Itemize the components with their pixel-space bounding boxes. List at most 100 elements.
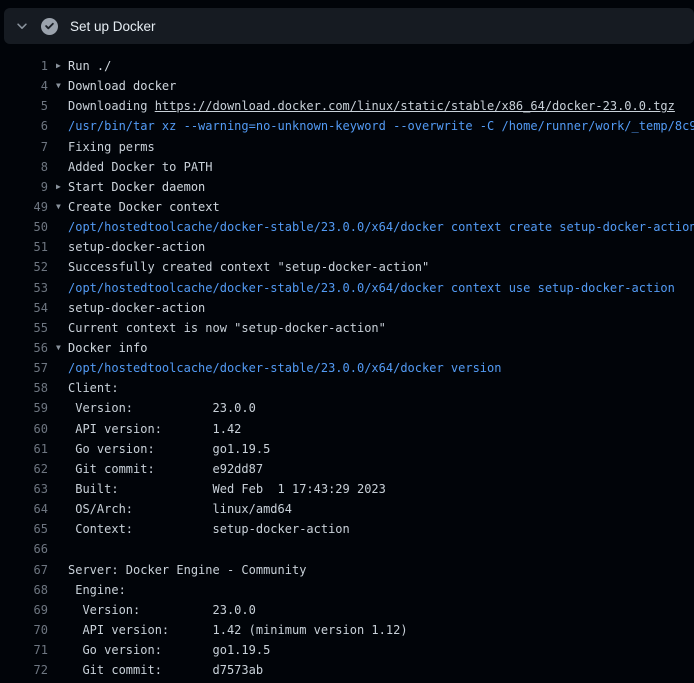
log-line-row: 55 Current context is now "setup-docker-a… (0, 318, 694, 338)
log-command-text: /opt/hostedtoolcache/docker-stable/23.0.… (68, 220, 694, 234)
log-group-row: 9 ▶Start Docker daemon (0, 177, 694, 197)
line-number[interactable]: 68 (0, 583, 48, 597)
line-number[interactable]: 5 (0, 99, 48, 113)
group-collapsed-arrow-icon[interactable]: ▶ (56, 183, 61, 191)
line-text: API version: 1.42 (68, 422, 241, 436)
line-text: Downloading https://download.docker.com/… (68, 99, 675, 113)
line-number[interactable]: 55 (0, 321, 48, 335)
group-collapsed-arrow-icon[interactable]: ▶ (56, 62, 61, 70)
log-line-row: 62 Git commit: e92dd87 (0, 459, 694, 479)
log-line-row: 63 Built: Wed Feb 1 17:43:29 2023 (0, 479, 694, 499)
log-command-text: /usr/bin/tar xz --warning=no-unknown-key… (68, 119, 694, 133)
log-command-text: /opt/hostedtoolcache/docker-stable/23.0.… (68, 361, 501, 375)
line-number[interactable]: 62 (0, 462, 48, 476)
line-number[interactable]: 69 (0, 603, 48, 617)
log-viewer: Set up Docker 1 ▶Run ./ 4 ▼Download docker 5… (0, 0, 694, 683)
line-text: API version: 1.42 (minimum version 1.12) (68, 623, 408, 637)
step-header[interactable]: Set up Docker (4, 8, 694, 44)
line-text: Git commit: d7573ab (68, 663, 263, 677)
line-number[interactable]: 58 (0, 381, 48, 395)
group-expanded-arrow-icon[interactable]: ▼ (56, 82, 61, 90)
log-line-row: 57/opt/hostedtoolcache/docker-stable/23.… (0, 358, 694, 378)
log-group-title[interactable]: ▶Run ./ (68, 59, 111, 73)
line-number[interactable]: 50 (0, 220, 48, 234)
log-line-row: 68 Engine: (0, 580, 694, 600)
log-line-row: 61 Go version: go1.19.5 (0, 439, 694, 459)
line-text: Go version: go1.19.5 (68, 643, 270, 657)
log-line-row: 51 setup-docker-action (0, 237, 694, 257)
log-line-row: 60 API version: 1.42 (0, 419, 694, 439)
log-line-row: 58 Client: (0, 378, 694, 398)
log-group-title[interactable]: ▼Docker info (68, 341, 147, 355)
log-line-row: 65 Context: setup-docker-action (0, 519, 694, 539)
log-group-row: 49 ▼Create Docker context (0, 197, 694, 217)
line-number[interactable]: 1 (0, 59, 48, 73)
log-line-row: 64 OS/Arch: linux/amd64 (0, 499, 694, 519)
line-text: Git commit: e92dd87 (68, 462, 263, 476)
line-number[interactable]: 8 (0, 160, 48, 174)
log-line-row: 69 Version: 23.0.0 (0, 600, 694, 620)
log-line-row: 5 Downloading https://download.docker.com… (0, 96, 694, 116)
group-expanded-arrow-icon[interactable]: ▼ (56, 203, 61, 211)
line-number[interactable]: 60 (0, 422, 48, 436)
log-line-row: 53/opt/hostedtoolcache/docker-stable/23.… (0, 278, 694, 298)
line-text: Server: Docker Engine - Community (68, 563, 306, 577)
line-text: Successfully created context "setup-dock… (68, 260, 429, 274)
log-line-row: 54 setup-docker-action (0, 298, 694, 318)
line-number[interactable]: 7 (0, 140, 48, 154)
line-text: Context: setup-docker-action (68, 522, 350, 536)
line-number[interactable]: 63 (0, 482, 48, 496)
step-title: Set up Docker (70, 19, 156, 34)
line-number[interactable]: 9 (0, 180, 48, 194)
line-number[interactable]: 66 (0, 542, 48, 556)
log-line-row: 67 Server: Docker Engine - Community (0, 560, 694, 580)
log-group-title[interactable]: ▼Download docker (68, 79, 176, 93)
log-line-row: 72 Git commit: d7573ab (0, 660, 694, 680)
log-line-row: 6/usr/bin/tar xz --warning=no-unknown-ke… (0, 116, 694, 136)
log-command-text: /opt/hostedtoolcache/docker-stable/23.0.… (68, 281, 675, 295)
line-number[interactable]: 4 (0, 79, 48, 93)
line-number[interactable]: 65 (0, 522, 48, 536)
log-group-title[interactable]: ▼Create Docker context (68, 200, 220, 214)
line-text: Version: 23.0.0 (68, 603, 256, 617)
line-text: setup-docker-action (68, 301, 205, 315)
line-number[interactable]: 54 (0, 301, 48, 315)
line-text: Current context is now "setup-docker-act… (68, 321, 386, 335)
chevron-down-icon[interactable] (15, 19, 29, 33)
log-lines: 1 ▶Run ./ 4 ▼Download docker 5 Downloading ht… (0, 56, 694, 680)
line-number[interactable]: 57 (0, 361, 48, 375)
log-group-row: 1 ▶Run ./ (0, 56, 694, 76)
line-text: Added Docker to PATH (68, 160, 213, 174)
line-text: Client: (68, 381, 119, 395)
log-line-row: 66 (0, 539, 694, 559)
check-circle-icon (41, 18, 58, 35)
log-line-row: 7Fixing perms (0, 137, 694, 157)
log-line-row: 52 Successfully created context "setup-do… (0, 257, 694, 277)
line-number[interactable]: 56 (0, 341, 48, 355)
log-line-row: 8 Added Docker to PATH (0, 157, 694, 177)
line-text: Engine: (68, 583, 126, 597)
line-number[interactable]: 6 (0, 119, 48, 133)
line-text: Version: 23.0.0 (68, 401, 256, 415)
line-text: Go version: go1.19.5 (68, 442, 270, 456)
line-number[interactable]: 71 (0, 643, 48, 657)
line-number[interactable]: 70 (0, 623, 48, 637)
group-expanded-arrow-icon[interactable]: ▼ (56, 344, 61, 352)
line-number[interactable]: 52 (0, 260, 48, 274)
log-group-row: 4 ▼Download docker (0, 76, 694, 96)
line-number[interactable]: 59 (0, 401, 48, 415)
log-line-row: 50/opt/hostedtoolcache/docker-stable/23.… (0, 217, 694, 237)
line-number[interactable]: 51 (0, 240, 48, 254)
log-line-row: 71 Go version: go1.19.5 (0, 640, 694, 660)
line-number[interactable]: 61 (0, 442, 48, 456)
line-text: OS/Arch: linux/amd64 (68, 502, 292, 516)
line-number[interactable]: 49 (0, 200, 48, 214)
line-text: setup-docker-action (68, 240, 205, 254)
line-number[interactable]: 72 (0, 663, 48, 677)
line-number[interactable]: 64 (0, 502, 48, 516)
line-number[interactable]: 53 (0, 281, 48, 295)
line-number[interactable]: 67 (0, 563, 48, 577)
log-url-link[interactable]: https://download.docker.com/linux/static… (155, 99, 675, 113)
log-line-row: 59 Version: 23.0.0 (0, 398, 694, 418)
log-group-title[interactable]: ▶Start Docker daemon (68, 180, 205, 194)
